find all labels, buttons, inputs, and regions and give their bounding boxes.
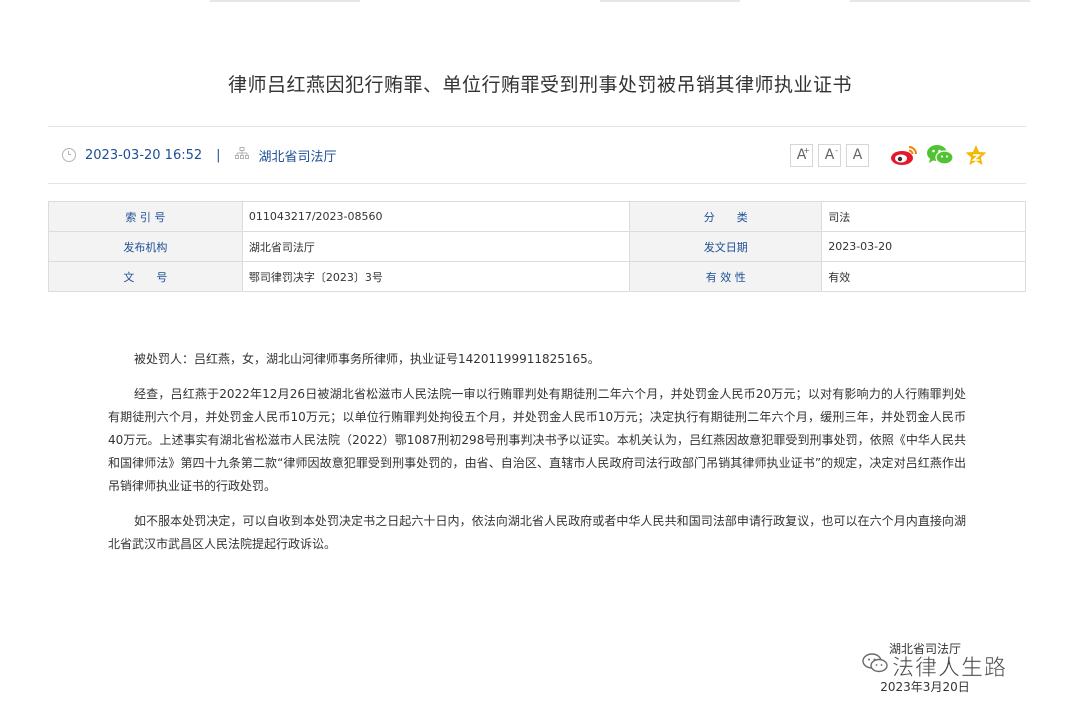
issue-date-label: 发文日期 xyxy=(629,231,823,262)
organization-icon xyxy=(234,146,249,164)
category-label: 分 类 xyxy=(629,201,823,232)
top-strip-segment xyxy=(600,0,740,2)
publish-datetime: 2023-03-20 16:52 xyxy=(85,147,203,163)
font-increase-sup: + xyxy=(803,145,810,155)
font-decrease-sup: - xyxy=(835,145,838,155)
body-paragraph-appeal-rights: 如不服本处罚决定，可以自收到本处罚决定书之日起六十日内，依法向湖北省人民政府或者… xyxy=(108,514,966,551)
article-body: 被处罚人：吕红燕，女，湖北山河律师事务所律师，执业证号1420119991182… xyxy=(108,348,966,568)
source-link[interactable]: 湖北省司法厅 xyxy=(259,146,337,165)
wechat-watermark-icon xyxy=(862,653,888,679)
validity-value: 有效 xyxy=(821,261,1026,292)
body-paragraph-findings: 经查，吕红燕于2022年12月26日被湖北省松滋市人民法院一审以行贿罪判处有期徒… xyxy=(108,387,966,493)
body-paragraph-penalized-party: 被处罚人：吕红燕，女，湖北山河律师事务所律师，执业证号1420119991182… xyxy=(134,352,600,366)
divider-meta xyxy=(48,183,1026,184)
weibo-icon[interactable] xyxy=(890,144,918,166)
top-strip-segment xyxy=(210,0,360,2)
issuer-label: 发布机构 xyxy=(48,231,243,262)
index-number-value: 011043217/2023-08560 xyxy=(241,201,631,232)
table-row: 文 号 鄂司律罚决字〔2023〕3号 有 效 性 有效 xyxy=(48,261,1026,292)
font-reset-button[interactable]: A xyxy=(846,143,869,167)
document-number-value: 鄂司律罚决字〔2023〕3号 xyxy=(241,261,631,292)
category-value: 司法 xyxy=(821,201,1026,232)
issuer-value: 湖北省司法厅 xyxy=(241,231,631,262)
table-row: 索 引 号 011043217/2023-08560 分 类 司法 xyxy=(48,201,1026,232)
article-tools: A + A - A xyxy=(790,142,988,168)
font-decrease-label: A xyxy=(824,147,835,163)
document-number-label: 文 号 xyxy=(48,261,243,292)
clock-icon xyxy=(62,148,76,162)
meta-separator: | xyxy=(216,147,221,163)
index-number-label: 索 引 号 xyxy=(48,201,243,232)
document-info-table: 索 引 号 011043217/2023-08560 分 类 司法 发布机构 湖… xyxy=(48,201,1026,292)
font-decrease-button[interactable]: A - xyxy=(818,143,841,167)
divider-top xyxy=(48,126,1026,127)
favorite-star-icon[interactable] xyxy=(964,144,988,166)
signature-date: 2023年3月20日 xyxy=(880,680,970,694)
top-strip-segment xyxy=(850,0,1030,2)
wechat-icon[interactable] xyxy=(926,144,954,166)
article-meta: 2023-03-20 16:52 | 湖北省司法厅 xyxy=(62,142,337,168)
table-row: 发布机构 湖北省司法厅 发文日期 2023-03-20 xyxy=(48,231,1026,262)
article-title: 律师吕红燕因犯行贿罪、单位行贿罪受到刑事处罚被吊销其律师执业证书 xyxy=(227,74,852,96)
validity-label: 有 效 性 xyxy=(629,261,823,292)
font-increase-button[interactable]: A + xyxy=(790,143,813,167)
top-strip xyxy=(0,0,1080,4)
issue-date-value: 2023-03-20 xyxy=(821,231,1026,262)
font-reset-label: A xyxy=(852,147,863,163)
